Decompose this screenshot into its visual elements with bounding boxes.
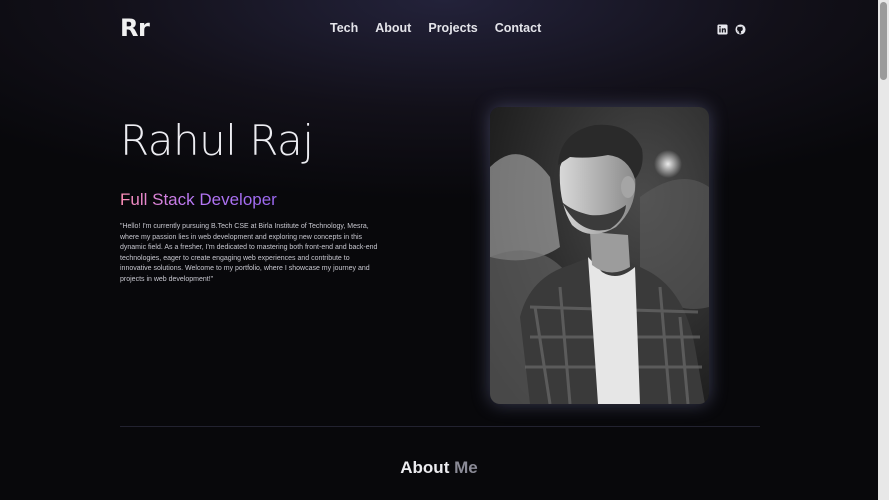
page-scrollbar[interactable] bbox=[878, 0, 889, 500]
site-logo[interactable]: Rr bbox=[120, 14, 150, 42]
nav-contact[interactable]: Contact bbox=[495, 21, 542, 35]
about-title-secondary: Me bbox=[454, 458, 478, 477]
linkedin-icon[interactable] bbox=[717, 24, 728, 35]
about-title-primary: About bbox=[400, 458, 450, 477]
portfolio-page: Rr Tech About Projects Contact Rahul Raj… bbox=[0, 0, 878, 500]
github-icon[interactable] bbox=[735, 24, 746, 35]
nav-about[interactable]: About bbox=[375, 21, 411, 35]
nav-tech[interactable]: Tech bbox=[330, 21, 358, 35]
profile-photo bbox=[490, 107, 709, 404]
hero-name: Rahul Raj bbox=[120, 116, 314, 165]
social-links bbox=[717, 24, 746, 35]
section-divider bbox=[120, 426, 760, 427]
hero-intro: "Hello! I'm currently pursuing B.Tech CS… bbox=[120, 223, 378, 283]
hero-role: Full Stack Developer bbox=[120, 190, 277, 209]
nav-projects[interactable]: Projects bbox=[428, 21, 477, 35]
scrollbar-thumb[interactable] bbox=[880, 2, 887, 80]
about-section-title: About Me bbox=[0, 458, 878, 478]
main-nav: Tech About Projects Contact bbox=[330, 21, 541, 35]
